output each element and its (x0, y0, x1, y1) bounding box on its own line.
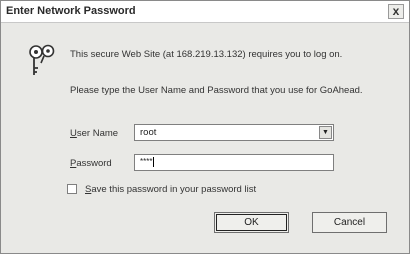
user-name-access-key: U (70, 128, 77, 139)
save-password-label: Save this password in your password list (85, 184, 256, 195)
save-password-checkbox[interactable] (67, 184, 77, 194)
save-password-label-text: ave this password in your password list (91, 184, 257, 195)
password-label: Password (70, 158, 112, 169)
dropdown-arrow-button[interactable]: ▼ (319, 126, 332, 139)
close-button[interactable]: x (388, 4, 404, 19)
user-name-label-text: ser Name (76, 128, 119, 139)
title-bar: Enter Network Password x (1, 1, 409, 23)
dialog-title: Enter Network Password (6, 5, 136, 17)
instruction-text: Please type the User Name and Password t… (70, 85, 363, 96)
close-icon: x (392, 4, 400, 18)
password-field[interactable]: **** (134, 154, 334, 171)
cancel-button[interactable]: Cancel (312, 212, 387, 233)
user-name-combobox[interactable]: root ▼ (134, 124, 334, 141)
user-name-label: User Name (70, 128, 118, 139)
user-name-value: root (140, 127, 157, 138)
password-value: **** (140, 157, 155, 167)
chevron-down-icon: ▼ (322, 129, 329, 136)
password-label-text: assword (76, 158, 112, 169)
network-password-dialog: Enter Network Password x This secure Web… (0, 0, 410, 254)
ok-button[interactable]: OK (214, 212, 289, 233)
password-masked-value: **** (140, 157, 153, 167)
secure-site-message: This secure Web Site (at 168.219.13.132)… (70, 49, 343, 60)
keys-icon (29, 44, 55, 75)
text-caret (153, 157, 155, 167)
